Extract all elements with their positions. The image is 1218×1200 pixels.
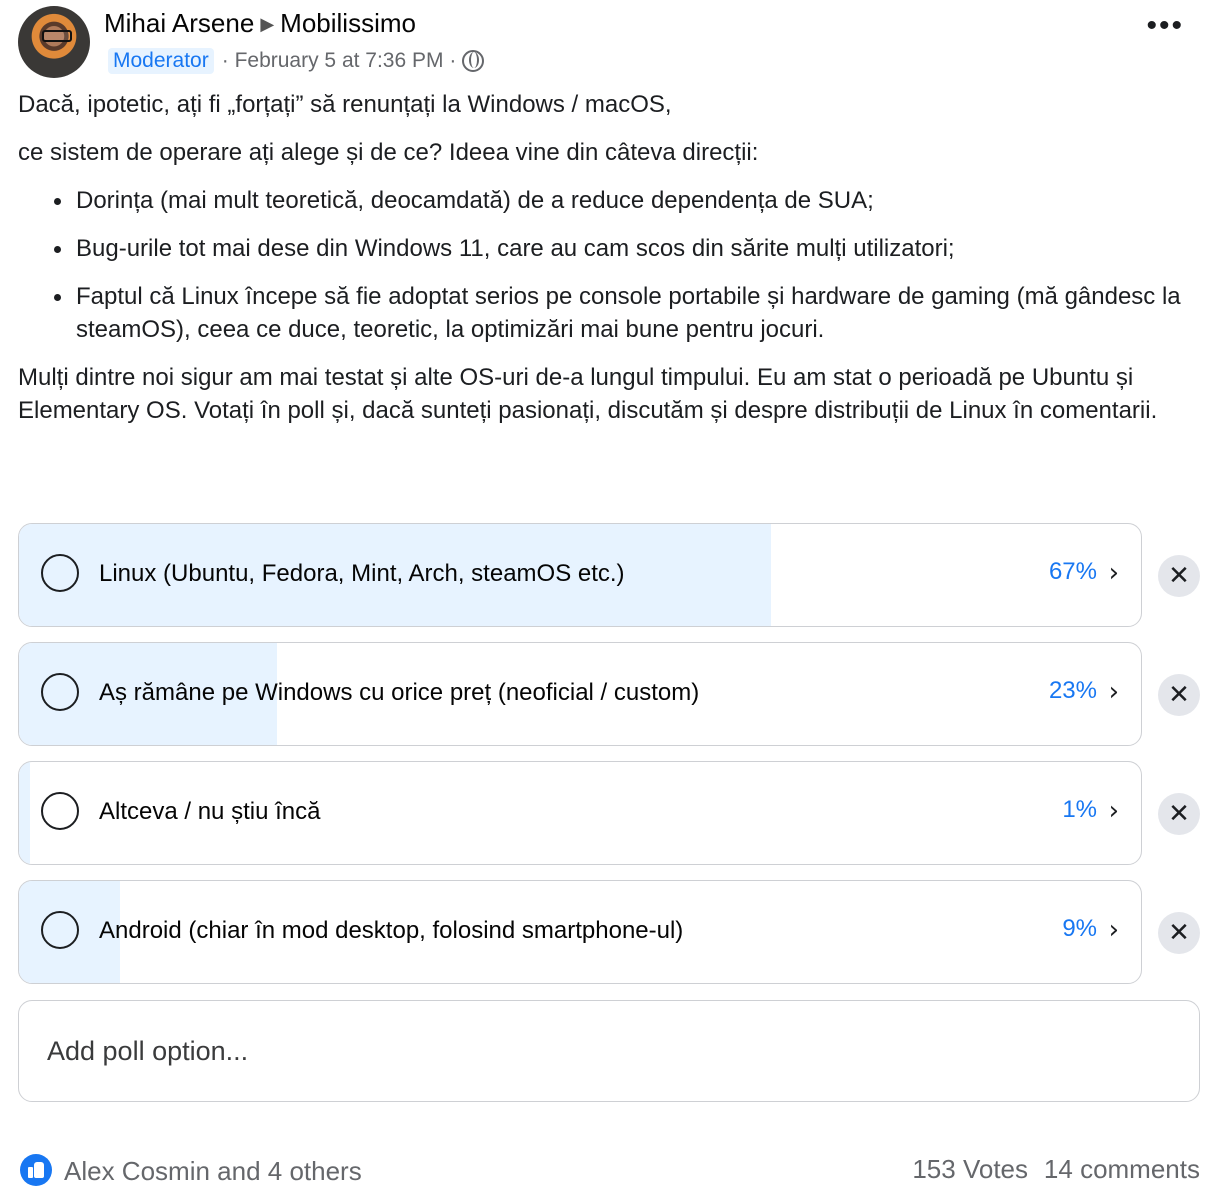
post-paragraph: ce sistem de operare ați alege și de ce?… xyxy=(18,139,759,166)
poll-option[interactable]: Android (chiar în mod desktop, folosind … xyxy=(18,880,1142,984)
post-paragraph: Dacă, ipotetic, ați fi „forțați” să renu… xyxy=(18,91,672,118)
arrow-right-icon: ▶ xyxy=(260,14,275,34)
poll-option-fill xyxy=(19,762,31,864)
author-line: Mihai Arsene ▶ Mobilissimo xyxy=(104,8,416,39)
post-timestamp[interactable]: February 5 at 7:36 PM xyxy=(235,49,444,73)
author-avatar[interactable] xyxy=(18,6,90,78)
remove-option-button[interactable]: ✕ xyxy=(1158,912,1200,954)
poll-option-percent: 67% xyxy=(1048,558,1097,585)
post-body: Dacă, ipotetic, ați fi „forțați” să renu… xyxy=(18,88,1208,442)
reactions-summary[interactable]: Alex Cosmin and 4 others xyxy=(64,1156,362,1187)
bullet-item: Faptul că Linux începe să fie adoptat se… xyxy=(74,280,1208,346)
poll: Linux (Ubuntu, Fedora, Mint, Arch, steam… xyxy=(18,523,1202,999)
group-name[interactable]: Mobilissimo xyxy=(280,8,416,38)
post-meta: Moderator · February 5 at 7:36 PM · xyxy=(108,48,485,74)
radio-button[interactable] xyxy=(41,673,79,711)
meta-separator: · xyxy=(449,49,457,72)
poll-option-label: Aș rămâne pe Windows cu orice preț (neof… xyxy=(99,679,700,706)
poll-option-row: Linux (Ubuntu, Fedora, Mint, Arch, steam… xyxy=(18,523,1202,627)
post-footer: Alex Cosmin and 4 others 153 Votes 14 co… xyxy=(18,1150,1200,1194)
poll-option-label: Android (chiar în mod desktop, folosind … xyxy=(99,917,684,944)
globe-icon xyxy=(462,50,485,72)
chevron-right-icon[interactable]: › xyxy=(1109,679,1119,705)
add-poll-option-input[interactable] xyxy=(18,1000,1200,1102)
moderator-badge: Moderator xyxy=(108,48,214,74)
votes-count[interactable]: 153 Votes xyxy=(912,1154,1028,1185)
poll-option-percent: 23% xyxy=(1048,677,1097,704)
more-options-icon[interactable]: ••• xyxy=(1146,11,1184,41)
meta-separator: · xyxy=(221,49,229,72)
remove-option-button[interactable]: ✕ xyxy=(1158,674,1200,716)
remove-option-button[interactable]: ✕ xyxy=(1158,793,1200,835)
poll-option-row: Android (chiar în mod desktop, folosind … xyxy=(18,880,1202,984)
poll-option-row: Altceva / nu știu încă 1% › ✕ xyxy=(18,761,1202,865)
chevron-right-icon[interactable]: › xyxy=(1109,798,1119,824)
radio-button[interactable] xyxy=(41,554,79,592)
poll-option[interactable]: Linux (Ubuntu, Fedora, Mint, Arch, steam… xyxy=(18,523,1142,627)
post-header: Mihai Arsene ▶ Mobilissimo Moderator · Feb… xyxy=(18,6,1200,82)
poll-option-label: Linux (Ubuntu, Fedora, Mint, Arch, steam… xyxy=(99,560,625,587)
remove-option-button[interactable]: ✕ xyxy=(1158,555,1200,597)
author-name[interactable]: Mihai Arsene xyxy=(104,8,254,38)
radio-button[interactable] xyxy=(41,911,79,949)
poll-option[interactable]: Aș rămâne pe Windows cu orice preț (neof… xyxy=(18,642,1142,746)
post-bullet-list: Dorința (mai mult teoretică, deocamdată)… xyxy=(18,184,1208,346)
chevron-right-icon[interactable]: › xyxy=(1109,560,1119,586)
chevron-right-icon[interactable]: › xyxy=(1109,917,1119,943)
comments-count[interactable]: 14 comments xyxy=(1044,1154,1200,1185)
like-icon xyxy=(20,1154,52,1186)
radio-button[interactable] xyxy=(41,792,79,830)
poll-option-label: Altceva / nu știu încă xyxy=(99,798,321,825)
poll-option[interactable]: Altceva / nu știu încă 1% › xyxy=(18,761,1142,865)
poll-option-row: Aș rămâne pe Windows cu orice preț (neof… xyxy=(18,642,1202,746)
bullet-item: Dorința (mai mult teoretică, deocamdată)… xyxy=(74,184,1208,217)
poll-option-percent: 9% xyxy=(1062,915,1097,942)
bullet-item: Bug-urile tot mai dese din Windows 11, c… xyxy=(74,232,1208,265)
poll-option-percent: 1% xyxy=(1062,796,1097,823)
post-paragraph: Mulți dintre noi sigur am mai testat și … xyxy=(18,364,1158,424)
